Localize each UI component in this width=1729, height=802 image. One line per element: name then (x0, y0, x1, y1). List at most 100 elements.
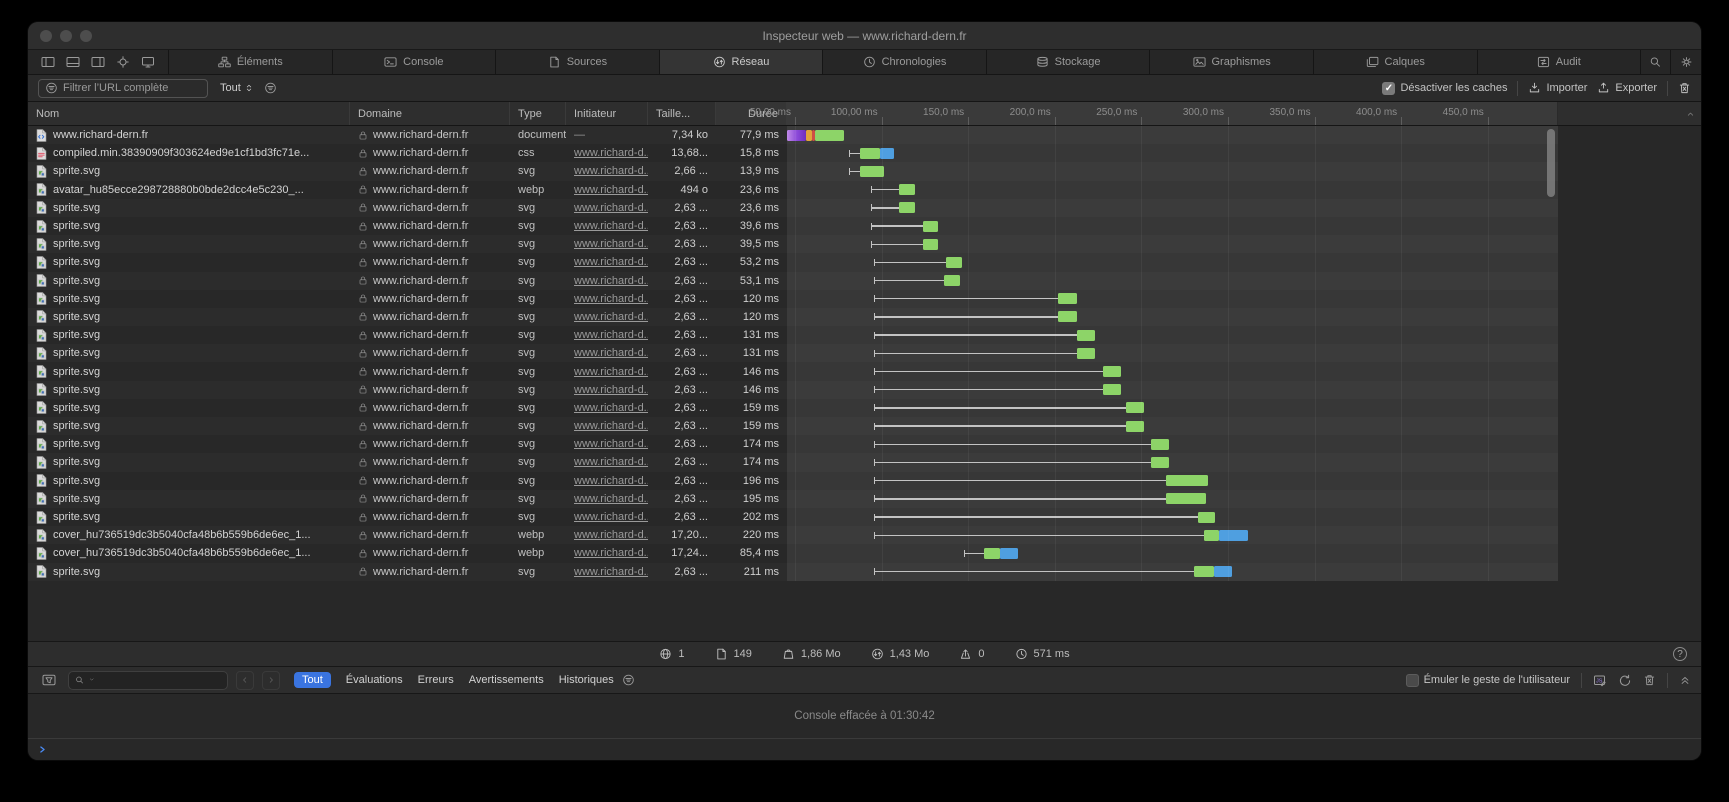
initiator-link[interactable]: www.richard-d... (574, 529, 648, 541)
column-header-type[interactable]: Type (510, 102, 566, 125)
disable-caches-checkbox[interactable]: ✓ Désactiver les caches (1382, 82, 1507, 95)
filter-options-button[interactable] (264, 82, 277, 94)
clear-console-button[interactable] (1643, 674, 1656, 686)
initiator-link[interactable]: www.richard-d... (574, 165, 648, 177)
initiator-link[interactable]: www.richard-d... (574, 147, 648, 159)
initiator-link[interactable]: www.richard-d... (574, 493, 648, 505)
initiator-link[interactable]: www.richard-d... (574, 311, 648, 323)
help-button[interactable]: ? (1673, 647, 1687, 661)
table-row[interactable]: sprite.svgwww.richard-dern.frsvgwww.rich… (28, 217, 1701, 235)
panel-right-icon[interactable] (91, 56, 105, 68)
table-row[interactable]: sprite.svgwww.richard-dern.frsvgwww.rich… (28, 399, 1701, 417)
tab-chronologies[interactable]: Chronologies (823, 50, 987, 74)
url-filter-input[interactable] (63, 82, 201, 94)
column-header-size[interactable]: Taille... (648, 102, 716, 125)
panel-bottom-icon[interactable] (66, 56, 80, 68)
table-row[interactable]: www.richard-dern.frwww.richard-dern.frdo… (28, 126, 1701, 144)
export-button[interactable]: Exporter (1597, 82, 1657, 94)
column-header-initiator[interactable]: Initiateur (566, 102, 648, 125)
inspect-target-icon[interactable] (116, 56, 130, 68)
table-row[interactable]: sprite.svgwww.richard-dern.frsvgwww.rich… (28, 563, 1701, 581)
console-filter-options-button[interactable] (622, 674, 635, 686)
tab-sources[interactable]: Sources (496, 50, 660, 74)
table-row[interactable]: sprite.svgwww.richard-dern.frsvgwww.rich… (28, 162, 1701, 180)
next-result-button[interactable] (262, 671, 280, 690)
resource-type-select[interactable]: Tout (220, 82, 254, 94)
initiator-link[interactable]: www.richard-d... (574, 511, 648, 523)
console-filter-button[interactable] (38, 671, 60, 690)
column-header-domain[interactable]: Domaine (350, 102, 510, 125)
table-row[interactable]: cover_hu736519dc3b5040cfa48b6b559b6de6ec… (28, 544, 1701, 562)
table-row[interactable]: sprite.svgwww.richard-dern.frsvgwww.rich… (28, 472, 1701, 490)
initiator-link[interactable]: www.richard-d... (574, 220, 648, 232)
initiator-link[interactable]: www.richard-d... (574, 366, 648, 378)
table-row[interactable]: avatar_hu85ecce298728880b0bde2dcc4e5c230… (28, 181, 1701, 199)
table-row[interactable]: sprite.svgwww.richard-dern.frsvgwww.rich… (28, 253, 1701, 271)
console-scope-historiques[interactable]: Historiques (559, 674, 614, 686)
initiator-link[interactable]: www.richard-d... (574, 384, 648, 396)
device-icon[interactable] (141, 56, 155, 68)
create-snippet-button[interactable]: JS (1593, 674, 1607, 687)
table-row[interactable]: sprite.svgwww.richard-dern.frsvgwww.rich… (28, 199, 1701, 217)
initiator-link[interactable]: www.richard-d... (574, 547, 648, 559)
console-search-field[interactable] (68, 671, 228, 690)
table-row[interactable]: sprite.svgwww.richard-dern.frsvgwww.rich… (28, 435, 1701, 453)
tab-console[interactable]: Console (333, 50, 497, 74)
console-scope-erreurs[interactable]: Erreurs (418, 674, 454, 686)
settings-button[interactable] (1671, 50, 1701, 74)
tab-calques[interactable]: Calques (1314, 50, 1478, 74)
initiator-link[interactable]: www.richard-d... (574, 329, 648, 341)
panel-left-icon[interactable] (41, 56, 55, 68)
close-button[interactable] (40, 30, 52, 42)
table-row[interactable]: sprite.svgwww.richard-dern.frsvgwww.rich… (28, 272, 1701, 290)
initiator-link[interactable]: www.richard-d... (574, 275, 648, 287)
table-row[interactable]: sprite.svgwww.richard-dern.frsvgwww.rich… (28, 508, 1701, 526)
initiator-link[interactable]: www.richard-d... (574, 256, 648, 268)
column-header-name[interactable]: Nom (28, 102, 350, 125)
clear-network-button[interactable] (1678, 82, 1691, 94)
table-row[interactable]: compiled.min.38390909f303624ed9e1cf1bd3f… (28, 144, 1701, 162)
console-scope-tout[interactable]: Tout (294, 672, 331, 688)
url-filter-field[interactable] (38, 79, 208, 98)
table-row[interactable]: sprite.svgwww.richard-dern.frsvgwww.rich… (28, 490, 1701, 508)
search-button[interactable] (1641, 50, 1671, 74)
table-row[interactable]: sprite.svgwww.richard-dern.frsvgwww.rich… (28, 381, 1701, 399)
collapse-console-button[interactable] (1679, 674, 1691, 686)
initiator-link[interactable]: www.richard-d... (574, 402, 648, 414)
window-controls[interactable] (40, 30, 92, 42)
zoom-button[interactable] (80, 30, 92, 42)
initiator-link[interactable]: www.richard-d... (574, 456, 648, 468)
tab-graphismes[interactable]: Graphismes (1150, 50, 1314, 74)
table-row[interactable]: sprite.svgwww.richard-dern.frsvgwww.rich… (28, 235, 1701, 253)
tab-stockage[interactable]: Stockage (987, 50, 1151, 74)
table-row[interactable]: sprite.svgwww.richard-dern.frsvgwww.rich… (28, 453, 1701, 471)
table-row[interactable]: sprite.svgwww.richard-dern.frsvgwww.rich… (28, 290, 1701, 308)
vertical-scrollbar-thumb[interactable] (1547, 129, 1555, 197)
initiator-link[interactable]: www.richard-d... (574, 475, 648, 487)
initiator-link[interactable]: www.richard-d... (574, 566, 648, 578)
table-row[interactable]: sprite.svgwww.richard-dern.frsvgwww.rich… (28, 362, 1701, 380)
table-row[interactable]: sprite.svgwww.richard-dern.frsvgwww.rich… (28, 308, 1701, 326)
initiator-link[interactable]: www.richard-d... (574, 238, 648, 250)
reload-button[interactable] (1618, 674, 1632, 687)
minimize-button[interactable] (60, 30, 72, 42)
initiator-link[interactable]: www.richard-d... (574, 293, 648, 305)
console-prompt[interactable] (28, 738, 1701, 760)
initiator-link[interactable]: www.richard-d... (574, 202, 648, 214)
scroll-up-icon[interactable] (1686, 110, 1695, 118)
console-scope-evaluations[interactable]: Évaluations (346, 674, 403, 686)
tab-elements[interactable]: Éléments (169, 50, 333, 74)
tab-audit[interactable]: Audit (1478, 50, 1642, 74)
import-button[interactable]: Importer (1528, 82, 1587, 94)
table-row[interactable]: sprite.svgwww.richard-dern.frsvgwww.rich… (28, 344, 1701, 362)
emulate-user-gesture-checkbox[interactable]: Émuler le geste de l'utilisateur (1406, 674, 1570, 687)
initiator-link[interactable]: www.richard-d... (574, 438, 648, 450)
table-row[interactable]: sprite.svgwww.richard-dern.frsvgwww.rich… (28, 417, 1701, 435)
table-row[interactable]: sprite.svgwww.richard-dern.frsvgwww.rich… (28, 326, 1701, 344)
console-scope-avertissements[interactable]: Avertissements (469, 674, 544, 686)
previous-result-button[interactable] (236, 671, 254, 690)
initiator-link[interactable]: www.richard-d... (574, 420, 648, 432)
table-row[interactable]: cover_hu736519dc3b5040cfa48b6b559b6de6ec… (28, 526, 1701, 544)
tab-reseau[interactable]: Réseau (660, 50, 824, 74)
initiator-link[interactable]: www.richard-d... (574, 184, 648, 196)
